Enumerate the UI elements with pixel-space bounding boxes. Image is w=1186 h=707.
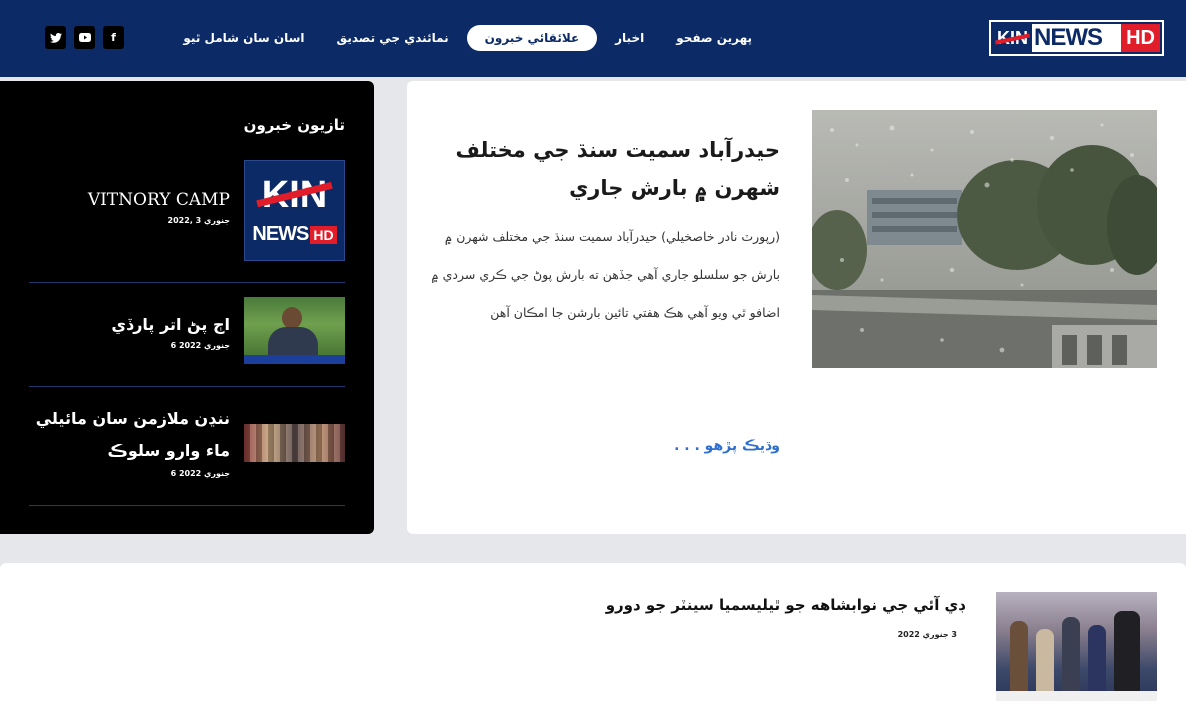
person-head (282, 307, 302, 329)
logo-kin: KIN (993, 24, 1032, 52)
news-text: ننڍن ملازمن سان مائيلي ماء وارو سلوڪ جنو… (30, 403, 230, 478)
featured-article: حيدرآباد سميت سنڌ جي مختلف شهرن ۾ بارش ج… (407, 81, 1186, 534)
thumb-logo-kin: KIN (256, 175, 333, 215)
main-nav: پهرين صفحو اخبار علائقائي خبرون نمائندي … (169, 25, 766, 51)
nav-news[interactable]: اخبار (601, 25, 658, 51)
news-headline[interactable]: ننڍن ملازمن سان مائيلي ماء وارو سلوڪ (30, 403, 230, 467)
article-title[interactable]: حيدرآباد سميت سنڌ جي مختلف شهرن ۾ بارش ج… (450, 131, 780, 207)
logo-hd: HD (1121, 24, 1160, 52)
news-headline[interactable]: VITNORY CAMP (88, 186, 230, 214)
sidebar-news-item[interactable]: KIN NEWSHD VITNORY CAMP جنوري 3 ,2022 (29, 160, 345, 283)
crowd-photo (244, 424, 345, 462)
news-date: جنوري 2022 6 (170, 341, 230, 350)
sidebar-news-item[interactable]: اڄ پڻ اتر پارڏي جنوري 2022 6 (29, 283, 345, 387)
site-logo[interactable]: KIN NEWS HD (989, 20, 1164, 56)
kin-news-logo-image: KIN NEWSHD (244, 160, 345, 261)
thumb-logo-newshd: NEWS HD (252, 223, 337, 246)
sidebar-title: تازيون خبرون (243, 116, 345, 134)
photo-banner (244, 355, 345, 364)
news-card-title[interactable]: ڊي آئي جي نوابشاهه جو ٿيليسميا سينٽر جو … (606, 596, 965, 614)
nav-representative-verification[interactable]: نمائندي جي تصديق (323, 25, 463, 51)
news-thumbnail[interactable] (244, 424, 345, 462)
photo-figure (1088, 625, 1106, 691)
photo-caption-strip (996, 691, 1157, 701)
facebook-icon[interactable]: f (103, 26, 124, 49)
youtube-icon[interactable] (74, 26, 95, 49)
read-more-link[interactable]: وڌيڪ پڙهو . . . (674, 438, 780, 454)
photo-figure (1114, 611, 1140, 691)
news-date: جنوري 3 ,2022 (167, 216, 230, 225)
person-photo (244, 297, 345, 364)
photo-figure (1010, 621, 1028, 691)
sidebar-news-item[interactable]: ننڍن ملازمن سان مائيلي ماء وارو سلوڪ جنو… (29, 387, 345, 506)
site-header: KIN NEWS HD پهرين صفحو اخبار علائقائي خب… (0, 0, 1186, 77)
nav-regional-news[interactable]: علائقائي خبرون (466, 25, 598, 51)
article-body: (رپورٽ نادر خاصخيلي) حيدرآباد سميت سنڌ ج… (431, 229, 780, 320)
news-text: اڄ پڻ اتر پارڏي جنوري 2022 6 (111, 311, 230, 350)
news-text: VITNORY CAMP جنوري 3 ,2022 (88, 186, 230, 225)
news-card: ڊي آئي جي نوابشاهه جو ٿيليسميا سينٽر جو … (0, 563, 1186, 707)
photo-figure (1062, 617, 1080, 691)
news-card-image[interactable] (996, 592, 1157, 701)
rainy-window-image (812, 110, 1157, 368)
news-thumbnail[interactable] (244, 297, 345, 364)
youtube-glyph (78, 33, 91, 42)
thumb-logo-hd: HD (310, 225, 337, 244)
nav-join-us[interactable]: اسان سان شامل ٿيو (169, 25, 318, 51)
social-links: f (45, 26, 124, 49)
thumb-logo-news: NEWS (252, 223, 309, 245)
logo-frame: KIN NEWS HD (991, 22, 1162, 54)
news-card-date: 3 جنوري 2022 (897, 630, 957, 639)
twitter-glyph (49, 32, 62, 43)
news-headline[interactable]: اڄ پڻ اتر پارڏي (111, 311, 230, 339)
logo-news: NEWS (1034, 24, 1103, 51)
photo-figure (1036, 629, 1054, 691)
news-date: جنوري 2022 6 (170, 469, 230, 478)
news-thumbnail[interactable]: KIN NEWSHD (244, 160, 345, 261)
latest-news-sidebar: تازيون خبرون KIN NEWSHD VITNORY CAMP جنو… (0, 81, 374, 534)
article-image[interactable] (812, 110, 1157, 368)
nav-home[interactable]: پهرين صفحو (662, 25, 766, 51)
twitter-icon[interactable] (45, 26, 66, 49)
